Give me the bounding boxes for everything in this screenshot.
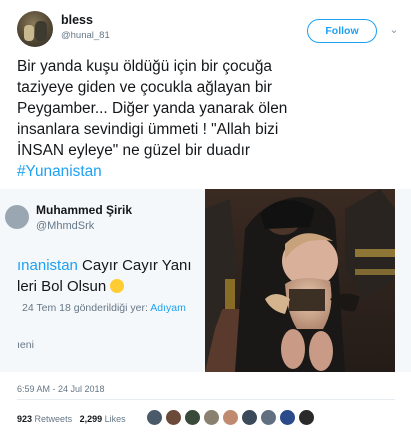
like-label[interactable]: Likes: [105, 414, 126, 424]
quoted-author-handle: @MhmdSrk: [36, 220, 95, 232]
tweet-header: bless @hunal_81 Follow ⌄: [17, 11, 399, 51]
liker-avatar[interactable]: [222, 409, 239, 426]
liker-avatar[interactable]: [298, 409, 315, 426]
liker-avatar[interactable]: [165, 409, 182, 426]
tweet-line: Peygamber... Diğer yanda yanarak ölen: [17, 100, 288, 117]
divider: [17, 399, 395, 400]
chevron-down-icon[interactable]: ⌄: [387, 23, 401, 37]
quoted-author-name: Muhammed Şirik: [36, 203, 133, 217]
rescue-photo-drawing: [205, 189, 395, 372]
quoted-location: Adıyam: [150, 302, 186, 314]
liker-avatar[interactable]: [203, 409, 220, 426]
liker-avatar[interactable]: [260, 409, 277, 426]
laughing-emoji-icon: [110, 279, 125, 293]
quoted-hashtag: ınanistan: [17, 257, 78, 274]
quoted-meta: 24 Tem 18 gönderildiği yer: Adıyam: [22, 302, 186, 314]
quoted-text-rest: Cayır Cayır Yanı: [77, 257, 192, 274]
quoted-text-line2: leri Bol Olsun: [17, 278, 107, 295]
avatar[interactable]: [17, 11, 53, 47]
tweet-line: Bir yanda kuşu öldüğü için bir çocuğa: [17, 58, 272, 75]
follow-button[interactable]: Follow: [307, 19, 377, 43]
tweet-line: insanlara sevindigi ümmeti ! "Allah bizi: [17, 121, 279, 138]
liker-avatar[interactable]: [241, 409, 258, 426]
author-handle[interactable]: @hunal_81: [61, 30, 110, 41]
liker-avatar[interactable]: [279, 409, 296, 426]
like-count[interactable]: 2,299: [80, 414, 103, 424]
quoted-meta-prefix: 24 Tem 18 gönderildiği yer:: [22, 302, 151, 314]
retweet-label[interactable]: Retweets: [35, 414, 73, 424]
tweet-line: İNSAN eyleye" ne güzel bir duadır: [17, 142, 251, 159]
liker-avatar[interactable]: [184, 409, 201, 426]
rescue-photo[interactable]: [205, 189, 395, 372]
quoted-text: ınanistan Cayır Cayır Yanı leri Bol Olsu…: [17, 255, 192, 297]
hashtag-link[interactable]: #Yunanistan: [17, 161, 397, 182]
liker-avatar[interactable]: [146, 409, 163, 426]
quoted-translate: ıeni: [17, 339, 34, 351]
timestamp[interactable]: 6:59 AM - 24 Jul 2018: [17, 384, 105, 394]
tweet-text: Bir yanda kuşu öldüğü için bir çocuğa ta…: [17, 56, 397, 182]
tweet-line: taziyeye giden ve çocukla ağlayan bir: [17, 79, 272, 96]
engagement-stats: 923 Retweets 2,299 Likes: [17, 414, 126, 424]
retweet-count[interactable]: 923: [17, 414, 32, 424]
author-name[interactable]: bless: [61, 13, 93, 27]
